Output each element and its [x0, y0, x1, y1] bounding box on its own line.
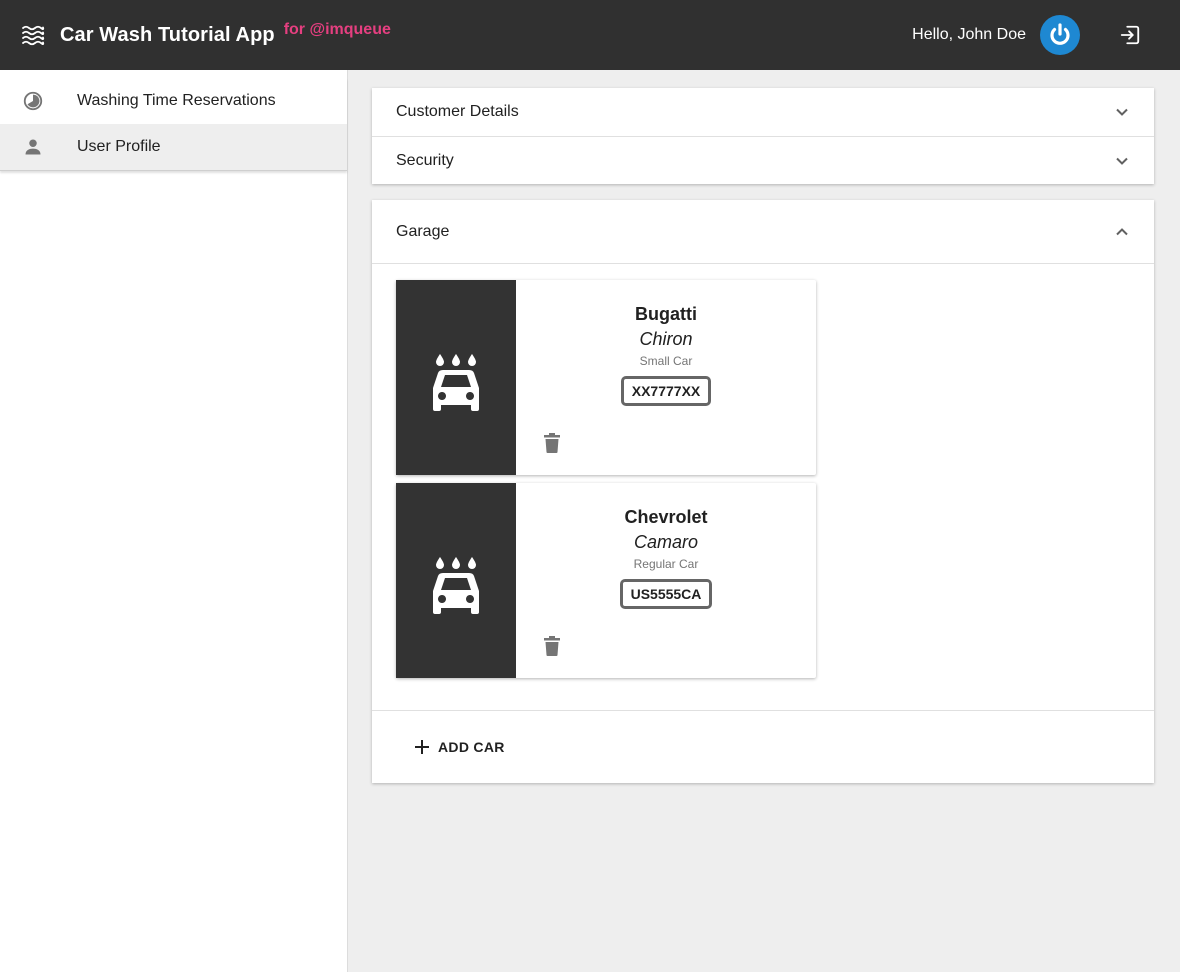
car-make: Bugatti: [635, 304, 697, 324]
app-subtitle: for @imqueue: [283, 21, 391, 38]
car-wash-icon: [396, 280, 516, 475]
plus-icon: [412, 737, 432, 757]
app-title: Car Wash Tutorial App: [60, 23, 275, 46]
panel-title: Security: [396, 151, 454, 169]
user-greeting: Hello, John Doe: [912, 26, 1026, 43]
chevron-up-icon: [1112, 222, 1132, 242]
car-type: Small Car: [639, 354, 693, 368]
panel-title: Garage: [396, 222, 450, 240]
car-model: Chiron: [639, 329, 693, 349]
trash-icon[interactable]: [542, 635, 562, 657]
panel-customer-details[interactable]: Customer Details: [372, 88, 1154, 136]
person-icon: [21, 135, 45, 159]
car-type: Regular Car: [633, 557, 699, 571]
main-content: Customer Details Security Garage Bugatti…: [372, 88, 1154, 783]
power-icon: [1050, 23, 1070, 45]
panel-security[interactable]: Security: [372, 136, 1154, 184]
car-make: Chevrolet: [624, 507, 708, 527]
car-list: Bugatti Chiron Small Car XX7777XX Chevro…: [372, 264, 1154, 711]
car-wash-icon: [396, 483, 516, 678]
profile-panels: Customer Details Security: [372, 88, 1154, 184]
car-info: Bugatti Chiron Small Car XX7777XX: [516, 280, 816, 475]
sidebar-item-label: User Profile: [77, 138, 161, 155]
chevron-down-icon: [1112, 102, 1132, 122]
add-car-label: ADD CAR: [438, 739, 505, 755]
car-card: Bugatti Chiron Small Car XX7777XX: [396, 280, 816, 475]
clock-icon: [21, 89, 45, 113]
waves-menu-icon[interactable]: [16, 18, 50, 52]
add-car-button[interactable]: ADD CAR: [412, 737, 505, 757]
license-plate: US5555CA: [619, 579, 713, 609]
app-toolbar: Car Wash Tutorial App for @imqueue Hello…: [0, 0, 1180, 70]
panel-garage-header[interactable]: Garage: [372, 200, 1154, 264]
license-plate: XX7777XX: [620, 376, 712, 406]
sidebar: Washing Time Reservations User Profile: [0, 70, 348, 972]
sidebar-nav: Washing Time Reservations User Profile: [0, 78, 347, 171]
trash-icon[interactable]: [542, 432, 562, 454]
car-card: Chevrolet Camaro Regular Car US5555CA: [396, 483, 816, 678]
panel-title: Customer Details: [396, 103, 519, 120]
car-model: Camaro: [633, 532, 699, 552]
avatar[interactable]: [1040, 15, 1080, 55]
sidebar-item-reservations[interactable]: Washing Time Reservations: [0, 78, 347, 124]
logout-icon[interactable]: [1118, 23, 1142, 47]
panel-garage: Garage Bugatti Chiron Small Car XX7777XX…: [372, 200, 1154, 783]
sidebar-item-user-profile[interactable]: User Profile: [0, 124, 347, 170]
sidebar-item-label: Washing Time Reservations: [77, 92, 276, 109]
car-info: Chevrolet Camaro Regular Car US5555CA: [516, 483, 816, 678]
chevron-down-icon: [1112, 151, 1132, 171]
garage-actions: ADD CAR: [372, 711, 1154, 783]
